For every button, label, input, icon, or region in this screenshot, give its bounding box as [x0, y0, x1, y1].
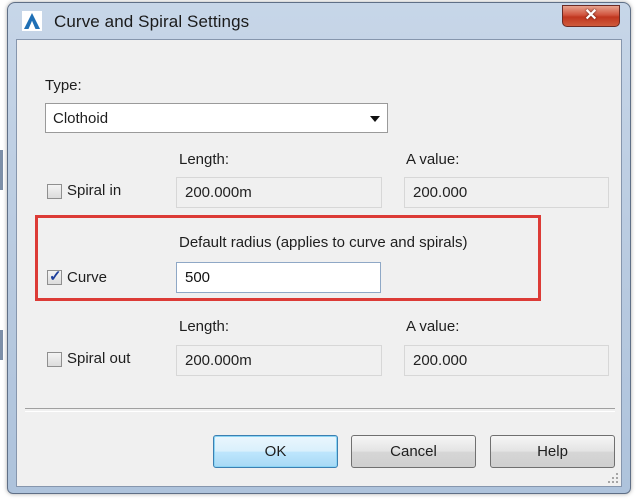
button-separator [25, 408, 615, 412]
spiral-out-label[interactable]: Spiral out [67, 350, 130, 367]
spiral-out-length-value: 200.000m [185, 352, 252, 369]
help-button[interactable]: Help [490, 435, 615, 468]
curve-checkbox[interactable]: ✓ [47, 268, 62, 285]
dialog-client-area: Type: Clothoid Length: A value: Spiral i… [16, 39, 622, 487]
spiral-in-a-value-field: 200.000 [404, 177, 609, 208]
spiral-out-a-value-header: A value: [406, 318, 460, 335]
cancel-button[interactable]: Cancel [351, 435, 476, 468]
spiral-in-label[interactable]: Spiral in [67, 182, 121, 199]
ok-button[interactable]: OK [213, 435, 338, 468]
spiral-out-a-value-field: 200.000 [404, 345, 609, 376]
chevron-down-icon [370, 116, 380, 122]
spiral-out-a-value: 200.000 [413, 352, 468, 369]
spiral-in-length-value: 200.000m [185, 184, 252, 201]
spiral-in-length-field: 200.000m [176, 177, 382, 208]
type-dropdown[interactable]: Clothoid [45, 103, 388, 133]
close-icon: ✕ [584, 7, 598, 24]
spiral-in-checkbox[interactable] [47, 184, 62, 199]
type-selected-value: Clothoid [53, 110, 109, 127]
default-radius-input[interactable]: 500 [176, 262, 381, 293]
curve-label[interactable]: Curve [67, 269, 107, 286]
default-radius-header: Default radius (applies to curve and spi… [179, 234, 468, 251]
background-edge [0, 330, 3, 360]
default-radius-value: 500 [185, 269, 211, 286]
window-title: Curve and Spiral Settings [54, 12, 250, 31]
spiral-out-checkbox[interactable] [47, 352, 62, 367]
checkmark-icon: ✓ [49, 268, 62, 285]
spiral-out-length-header: Length: [179, 318, 230, 335]
spiral-in-a-value: 200.000 [413, 184, 468, 201]
title-bar[interactable]: Curve and Spiral Settings ✕ [8, 3, 630, 39]
spiral-in-a-value-header: A value: [406, 151, 460, 168]
background-edge [0, 150, 3, 190]
autocad-logo-icon [22, 11, 42, 31]
spiral-in-length-header: Length: [179, 151, 230, 168]
type-label: Type: [45, 77, 82, 94]
spiral-out-length-field: 200.000m [176, 345, 382, 376]
resize-grip-icon[interactable] [607, 472, 619, 484]
close-button[interactable]: ✕ [562, 5, 620, 27]
dialog-window: Curve and Spiral Settings ✕ Type: Clotho… [7, 2, 631, 494]
